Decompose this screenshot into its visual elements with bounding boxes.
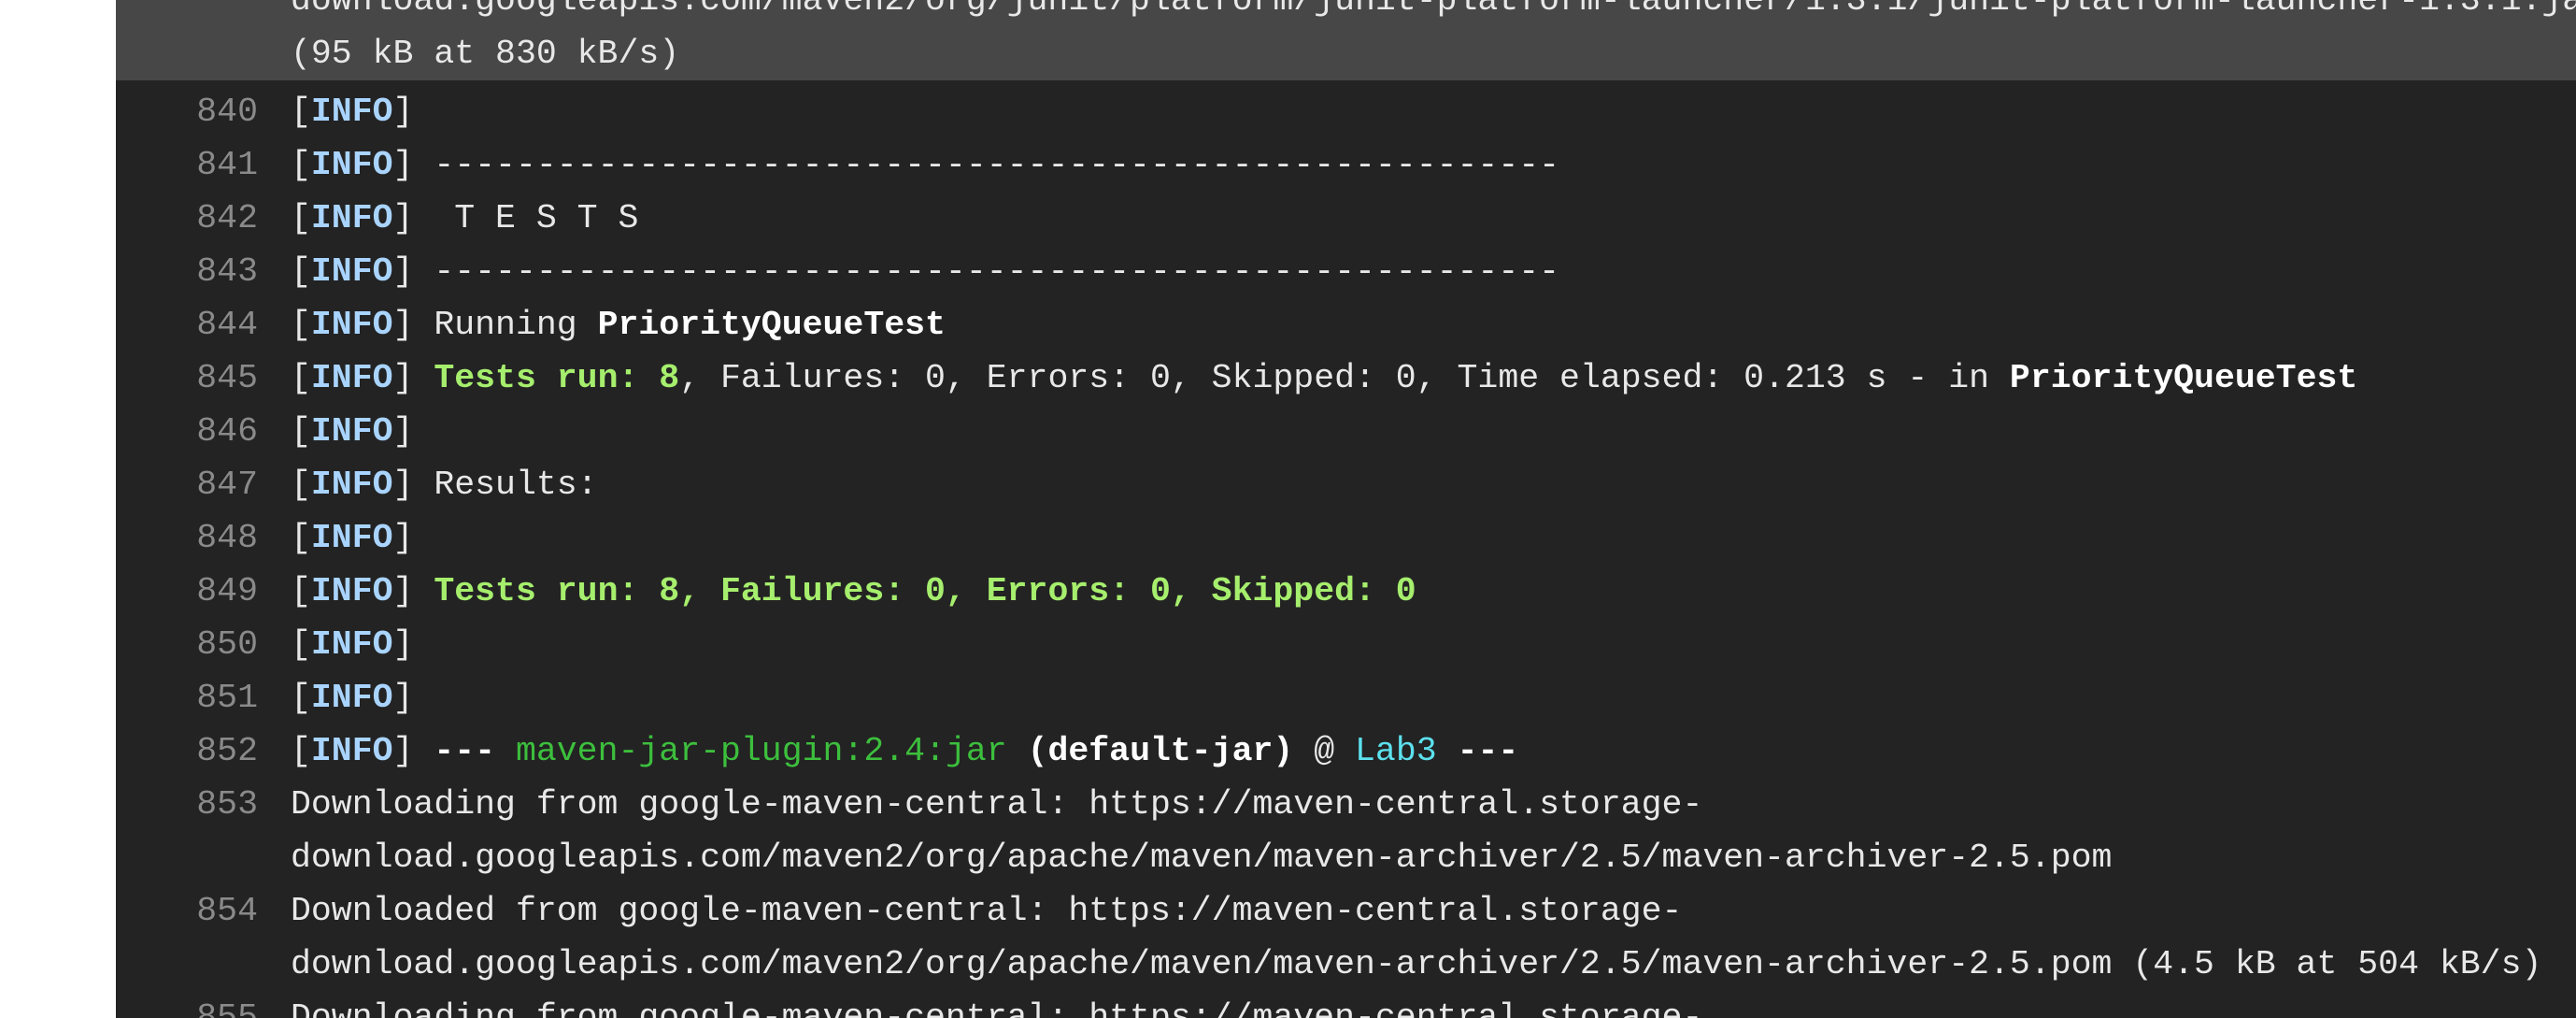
log-line-854[interactable]: 854 Downloaded from google-maven-central… [116,884,2576,938]
test-summary: Tests run: 8, Failures: 0, Errors: 0, Sk… [434,572,1416,610]
log-line-848[interactable]: 848 [INFO] [116,511,2576,565]
log-line-text: [INFO] ---------------------------------… [291,252,1560,291]
page: download.googleapis.com/maven2/org/junit… [0,0,2576,1018]
log-line-853-wrap[interactable]: download.googleapis.com/maven2/org/apach… [116,831,2576,884]
test-class-name: PriorityQueueTest [2009,359,2358,397]
tests-run-count: Tests run: 8 [434,359,680,397]
log-line-849[interactable]: 849 [INFO] Tests run: 8, Failures: 0, Er… [116,565,2576,618]
line-number[interactable]: 852 [116,724,258,778]
results-label: Results: [413,466,598,504]
log-line-text: download.googleapis.com/maven2/org/apach… [291,945,2542,983]
log-line-846[interactable]: 846 [INFO] [116,405,2576,458]
info-tag: INFO [310,412,393,451]
log-line-text: [INFO] ---------------------------------… [291,146,1560,184]
plugin-name: maven-jar-plugin:2.4:jar [515,732,1007,770]
log-line-text: download.googleapis.com/maven2/org/junit… [291,0,2576,20]
line-number[interactable]: 851 [116,671,258,724]
at-sign: @ [1293,732,1356,770]
log-line-text: [INFO] [291,93,414,131]
line-number[interactable]: 850 [116,618,258,671]
test-class-name: PriorityQueueTest [597,306,946,344]
info-tag: INFO [310,93,393,131]
log-line-text: [INFO] [291,519,414,557]
line-number[interactable]: 844 [116,298,258,351]
info-tag: INFO [310,252,393,291]
execution-id: (default-jar) [1027,732,1294,770]
log-line-839-wrap-2[interactable]: (95 kB at 830 kB/s) [116,27,2576,80]
log-line-843[interactable]: 843 [INFO] -----------------------------… [116,245,2576,298]
log-line-text: download.googleapis.com/maven2/org/apach… [291,839,2113,877]
info-tag: INFO [310,359,393,397]
line-number[interactable]: 848 [116,511,258,565]
info-tag: INFO [310,306,393,344]
log-line-844[interactable]: 844 [INFO] Running PriorityQueueTest [116,298,2576,351]
log-line-text: [INFO] --- maven-jar-plugin:2.4:jar (def… [291,732,1519,770]
log-line-text: Downloading from google-maven-central: h… [291,998,1703,1018]
line-number[interactable]: 842 [116,192,258,245]
info-tag: INFO [310,625,393,664]
log-line-845[interactable]: 845 [INFO] Tests run: 8, Failures: 0, Er… [116,351,2576,405]
log-line-839-wrap-1[interactable]: download.googleapis.com/maven2/org/junit… [116,0,2576,27]
log-line-850[interactable]: 850 [INFO] [116,618,2576,671]
log-line-text: Downloading from google-maven-central: h… [291,785,1703,824]
info-tag: INFO [310,466,393,504]
log-line-851[interactable]: 851 [INFO] [116,671,2576,724]
line-number[interactable]: 849 [116,565,258,618]
log-line-840[interactable]: 840 [INFO] [116,85,2576,138]
log-line-text: [INFO] [291,625,414,664]
plugin-dashes: --- [1457,732,1519,770]
log-line-text: [INFO] Running PriorityQueueTest [291,306,946,344]
log-line-847[interactable]: 847 [INFO] Results: [116,458,2576,511]
info-tag: INFO [310,146,393,184]
log-line-text: [INFO] [291,679,414,717]
log-line-854-wrap[interactable]: download.googleapis.com/maven2/org/apach… [116,938,2576,991]
log-line-852[interactable]: 852 [INFO] --- maven-jar-plugin:2.4:jar … [116,724,2576,778]
line-number[interactable]: 846 [116,405,258,458]
line-number[interactable]: 843 [116,245,258,298]
log-line-text: (95 kB at 830 kB/s) [291,35,680,73]
log-line-853[interactable]: 853 Downloading from google-maven-centra… [116,778,2576,831]
line-number[interactable]: 841 [116,138,258,192]
line-number[interactable]: 854 [116,884,258,938]
log-line-text: [INFO] Tests run: 8, Failures: 0, Errors… [291,572,1416,610]
info-tag: INFO [310,519,393,557]
log-line-text: Downloaded from google-maven-central: ht… [291,892,1683,930]
plugin-dashes: --- [434,732,496,770]
line-number[interactable]: 847 [116,458,258,511]
test-stats: , Failures: 0, Errors: 0, Skipped: 0, Ti… [679,359,2010,397]
log-line-842[interactable]: 842 [INFO] T E S T S [116,192,2576,245]
log-line-text: [INFO] [291,412,414,451]
line-number[interactable]: 840 [116,85,258,138]
info-tag: INFO [310,572,393,610]
line-number[interactable]: 853 [116,778,258,831]
log-line-text: [INFO] Results: [291,466,598,504]
project-name: Lab3 [1355,732,1437,770]
running-label: Running [413,306,598,344]
log-line-text: [INFO] Tests run: 8, Failures: 0, Errors… [291,359,2358,397]
build-log-viewer[interactable]: download.googleapis.com/maven2/org/junit… [116,0,2576,1018]
log-line-855[interactable]: 855 Downloading from google-maven-centra… [116,991,2576,1018]
log-line-841[interactable]: 841 [INFO] -----------------------------… [116,138,2576,192]
log-line-text: [INFO] T E S T S [291,199,639,237]
info-tag: INFO [310,679,393,717]
separator-text: ----------------------------------------… [413,252,1560,291]
line-number[interactable]: 855 [116,991,258,1018]
info-tag: INFO [310,199,393,237]
tests-heading: T E S T S [413,199,639,237]
info-tag: INFO [310,732,393,770]
separator-text: ----------------------------------------… [413,146,1560,184]
line-number[interactable]: 845 [116,351,258,405]
